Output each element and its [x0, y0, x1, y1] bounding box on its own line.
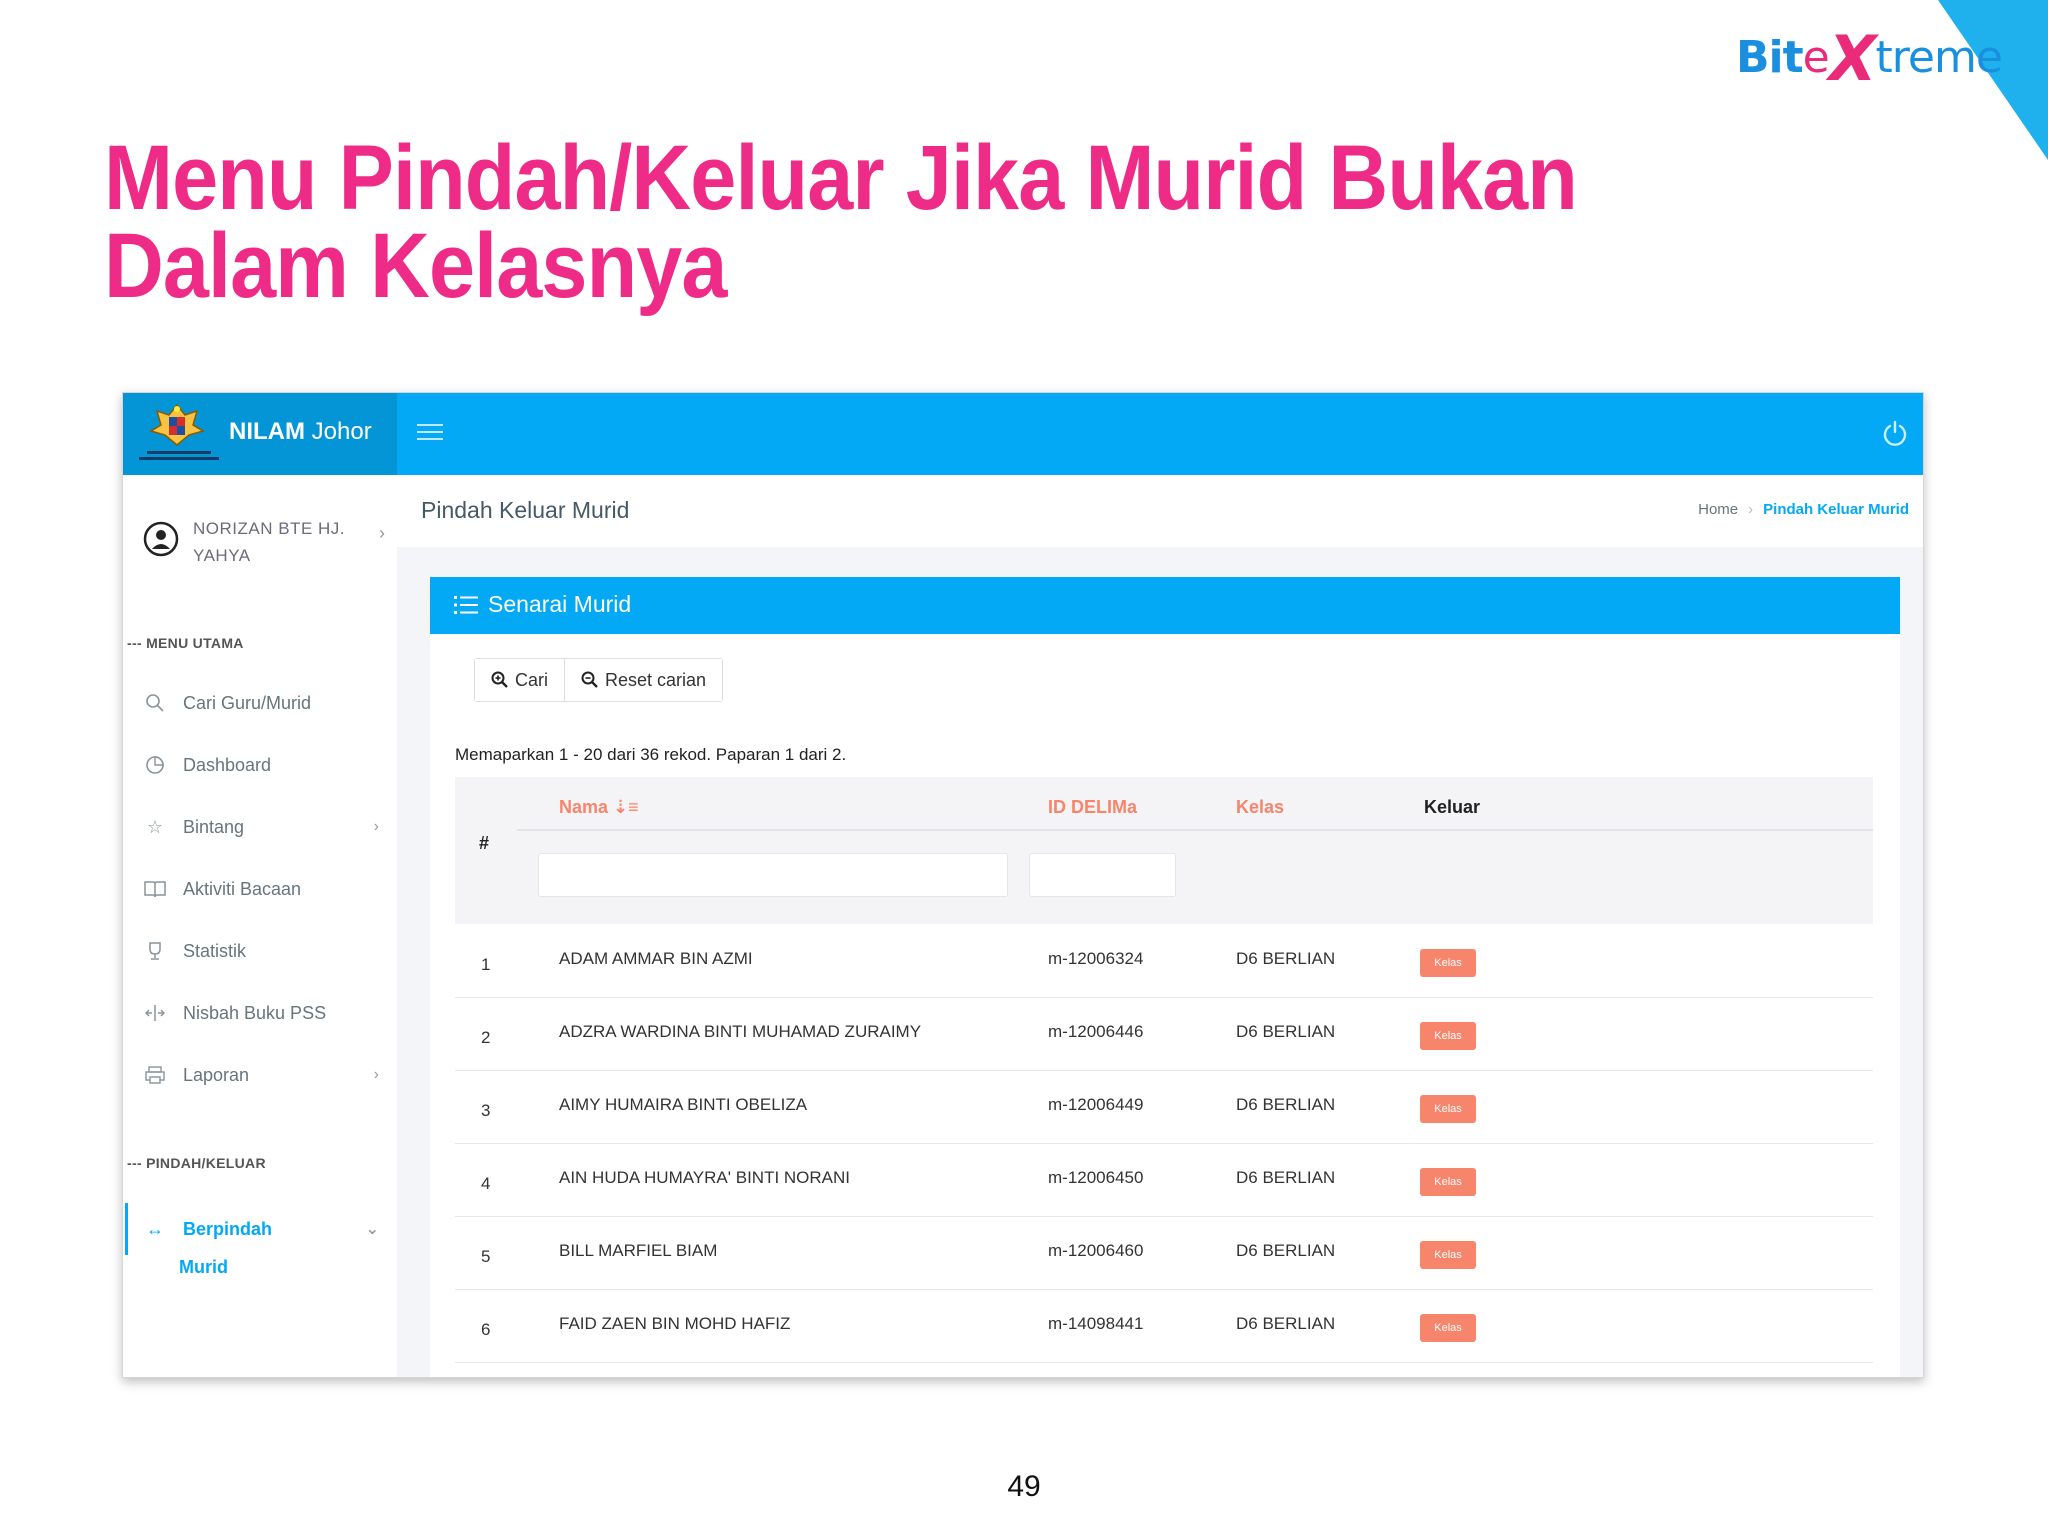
chevron-right-icon: ›: [373, 818, 379, 835]
active-indicator: [125, 1203, 128, 1255]
user-profile[interactable]: NORIZAN BTE HJ. YAHYA ›: [143, 515, 393, 575]
kelas-button[interactable]: Kelas: [1420, 1095, 1476, 1123]
bitextreme-logo: BiteXtreme: [1736, 22, 2003, 95]
menu-section-pindah: --- PINDAH/KELUAR: [127, 1155, 266, 1171]
zoom-out-icon: [581, 671, 598, 688]
column-header-keluar: Keluar: [1424, 797, 1481, 817]
card-title: Senarai Murid: [488, 591, 632, 617]
table-row: 5 BILL MARFIEL BIAM m-12006460 D6 BERLIA…: [455, 1217, 1873, 1290]
sidebar-item-dashboard[interactable]: Dashboard: [143, 745, 391, 785]
student-list-card: Senarai Murid Cari Reset carian Memapark…: [430, 577, 1900, 1377]
sidebar-subitem-murid[interactable]: Murid: [179, 1257, 228, 1278]
column-header-nama[interactable]: Nama ⇣≡: [559, 797, 639, 818]
page-header: Pindah Keluar Murid Home › Pindah Keluar M…: [397, 475, 1923, 547]
page-title: Pindah Keluar Murid: [421, 497, 630, 523]
card-header: Senarai Murid: [430, 577, 1900, 634]
sidebar-item-laporan[interactable]: Laporan ›: [143, 1055, 391, 1095]
crest-icon: [149, 403, 205, 446]
sidebar-item-nisbah[interactable]: Nisbah Buku PSS: [143, 993, 391, 1033]
header-divider: [517, 829, 1873, 831]
table-row: 4 AIN HUDA HUMAYRA' BINTI NORANI m-12006…: [455, 1144, 1873, 1217]
filter-nama-input[interactable]: [538, 853, 1008, 897]
zoom-in-icon: [491, 671, 508, 688]
kelas-button[interactable]: Kelas: [1420, 1168, 1476, 1196]
brand-name: NILAM Johor: [229, 418, 372, 445]
sort-asc-icon: ⇣≡: [613, 797, 639, 817]
breadcrumb-current: Pindah Keluar Murid: [1763, 501, 1909, 518]
sidebar-item-aktiviti[interactable]: Aktiviti Bacaan: [143, 869, 391, 909]
column-header-id[interactable]: ID DELIMa: [1048, 797, 1137, 818]
sidebar-item-cari[interactable]: Cari Guru/Murid: [143, 683, 391, 723]
record-summary: Memaparkan 1 - 20 dari 36 rekod. Paparan…: [455, 745, 847, 764]
kelas-button[interactable]: Kelas: [1420, 1314, 1476, 1342]
search-button[interactable]: Cari: [475, 659, 565, 701]
breadcrumb-home[interactable]: Home: [1698, 501, 1738, 518]
page-number: 49: [1007, 1470, 1041, 1503]
table-row: 1 ADAM AMMAR BIN AZMI m-12006324 D6 BERL…: [455, 925, 1873, 998]
star-icon: ☆: [146, 816, 164, 837]
chevron-down-icon: ⌄: [365, 1221, 379, 1238]
brand-area[interactable]: NILAM Johor: [123, 393, 397, 475]
book-icon: [143, 877, 167, 901]
reset-search-button[interactable]: Reset carian: [564, 659, 723, 701]
search-button-group: Cari Reset carian: [474, 658, 724, 702]
table-header: Nama ⇣≡ ID DELIMa Kelas Keluar #: [455, 777, 1873, 924]
table-row: 3 AIMY HUMAIRA BINTI OBELIZA m-12006449 …: [455, 1071, 1873, 1144]
user-circle-icon: [143, 521, 179, 557]
breadcrumb-separator-icon: ›: [1748, 501, 1754, 518]
menu-section-main: --- MENU UTAMA: [127, 635, 244, 651]
table-row: 6 FAID ZAEN BIN MOHD HAFIZ m-14098441 D6…: [455, 1290, 1873, 1363]
sidebar-item-berpindah[interactable]: ↔ Berpindah ⌄: [143, 1209, 391, 1249]
kelas-button[interactable]: Kelas: [1420, 1241, 1476, 1269]
chevron-right-icon: ›: [373, 1066, 379, 1083]
app-screenshot: NILAM Johor NORIZAN BTE HJ. YAHYA › --- …: [122, 392, 1924, 1378]
user-name: NORIZAN BTE HJ. YAHYA: [193, 519, 346, 565]
table-row: 2 ADZRA WARDINA BINTI MUHAMAD ZURAIMY m-…: [455, 998, 1873, 1071]
list-icon: [454, 596, 478, 614]
kelas-button[interactable]: Kelas: [1420, 1022, 1476, 1050]
filter-id-input[interactable]: [1029, 853, 1176, 897]
clock-icon: [143, 753, 167, 777]
trophy-icon: [143, 939, 167, 963]
arrows-horizontal-icon: ↔: [146, 1218, 164, 1239]
power-icon[interactable]: [1881, 419, 1909, 447]
crest-caption-decoration: [139, 451, 219, 460]
sidebar-item-bintang[interactable]: ☆ Bintang ›: [143, 807, 391, 847]
slide-title: Menu Pindah/Keluar Jika Murid Bukan Dala…: [104, 127, 1578, 317]
ratio-icon: [143, 1001, 167, 1025]
sidebar-item-statistik[interactable]: Statistik: [143, 931, 391, 971]
top-navbar: NILAM Johor: [123, 393, 1923, 475]
column-header-kelas[interactable]: Kelas: [1236, 797, 1284, 818]
printer-icon: [143, 1063, 167, 1087]
breadcrumb: Home › Pindah Keluar Murid: [1698, 501, 1909, 518]
search-icon: [143, 691, 167, 715]
menu-toggle-icon[interactable]: [417, 419, 443, 445]
sidebar: NORIZAN BTE HJ. YAHYA › --- MENU UTAMA C…: [123, 475, 397, 1377]
column-header-number: #: [479, 833, 490, 853]
kelas-button[interactable]: Kelas: [1420, 949, 1476, 977]
chevron-right-icon: ›: [379, 523, 385, 543]
